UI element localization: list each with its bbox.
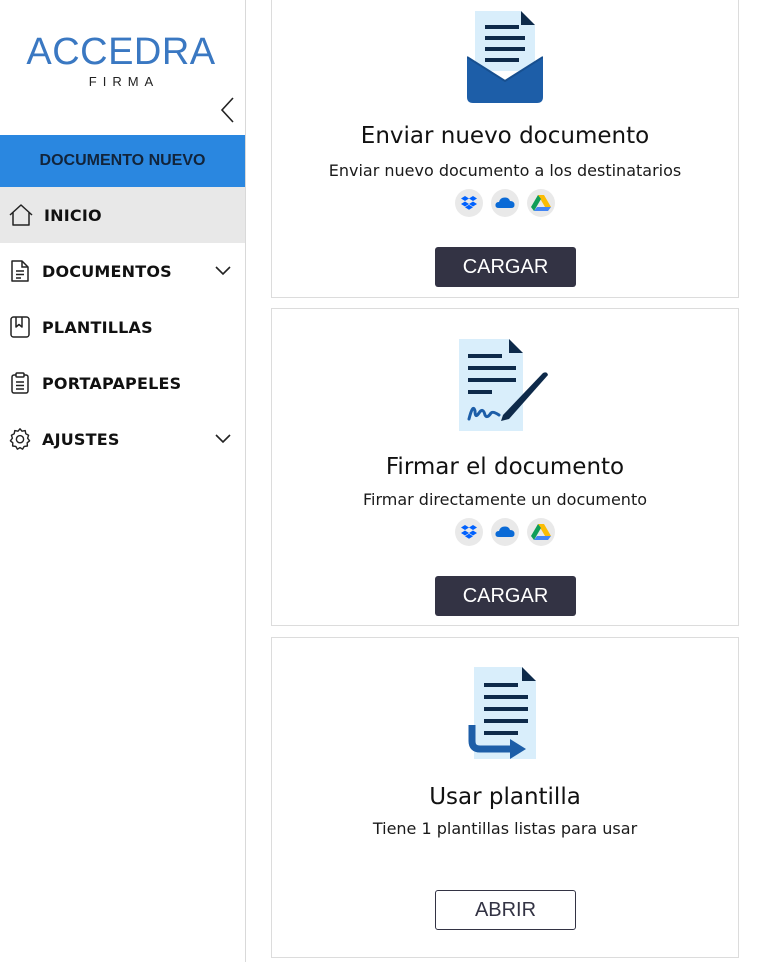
home-icon (8, 203, 33, 227)
sidebar-item-label: DOCUMENTOS (42, 261, 172, 281)
sign-document-card: Firmar el documento Firmar directamente … (271, 308, 739, 626)
sidebar-nav: INICIO DOCUMENTOS PLANTILLAS PORTAPAPELE… (0, 187, 245, 467)
card-title: Firmar el documento (385, 454, 625, 480)
google-drive-icon[interactable] (527, 518, 555, 546)
card-description: Tiene 1 plantillas listas para usar (372, 819, 638, 838)
onedrive-icon[interactable] (491, 189, 519, 217)
dropbox-icon[interactable] (455, 189, 483, 217)
sidebar-item-label: PORTAPAPELES (42, 373, 182, 393)
envelope-document-icon (466, 11, 544, 109)
sidebar-item-inicio[interactable]: INICIO (0, 187, 245, 243)
chevron-down-icon[interactable] (214, 431, 232, 445)
bookmark-icon (8, 315, 32, 339)
logo-sub-text: FIRMA (88, 74, 160, 89)
logo-main-text: ACCEDRA (26, 31, 216, 73)
clipboard-icon (8, 371, 32, 395)
gear-icon (8, 427, 32, 451)
sidebar: ACCEDRA FIRMA DOCUMENTO NUEVO INICIO DOC… (0, 0, 246, 962)
source-icons (272, 189, 738, 217)
sidebar-item-label: INICIO (44, 205, 102, 225)
sidebar-item-plantillas[interactable]: PLANTILLAS (0, 299, 245, 355)
sidebar-item-ajustes[interactable]: AJUSTES (0, 411, 245, 467)
upload-send-button[interactable]: CARGAR (435, 247, 576, 287)
dropbox-icon[interactable] (455, 518, 483, 546)
card-description: Firmar directamente un documento (362, 490, 648, 509)
sidebar-item-portapapeles[interactable]: PORTAPAPELES (0, 355, 245, 411)
sidebar-item-documentos[interactable]: DOCUMENTOS (0, 243, 245, 299)
template-document-icon (468, 667, 542, 767)
upload-sign-button[interactable]: CARGAR (435, 576, 576, 616)
source-icons (272, 518, 738, 546)
sidebar-item-label: PLANTILLAS (42, 317, 153, 337)
chevron-left-icon[interactable] (218, 96, 238, 124)
send-document-card: Enviar nuevo documento Enviar nuevo docu… (271, 0, 739, 298)
chevron-down-icon[interactable] (214, 263, 232, 277)
card-title: Enviar nuevo documento (360, 123, 650, 149)
google-drive-icon[interactable] (527, 189, 555, 217)
sidebar-item-label: AJUSTES (42, 429, 120, 449)
new-document-button[interactable]: DOCUMENTO NUEVO (0, 135, 245, 187)
logo: ACCEDRA FIRMA (0, 30, 246, 90)
use-template-card: Usar plantilla Tiene 1 plantillas listas… (271, 637, 739, 958)
document-icon (8, 259, 32, 283)
card-description: Enviar nuevo documento a los destinatari… (328, 161, 682, 180)
open-template-button[interactable]: ABRIR (435, 890, 576, 930)
card-title: Usar plantilla (429, 784, 581, 810)
sign-document-icon (459, 339, 551, 437)
onedrive-icon[interactable] (491, 518, 519, 546)
